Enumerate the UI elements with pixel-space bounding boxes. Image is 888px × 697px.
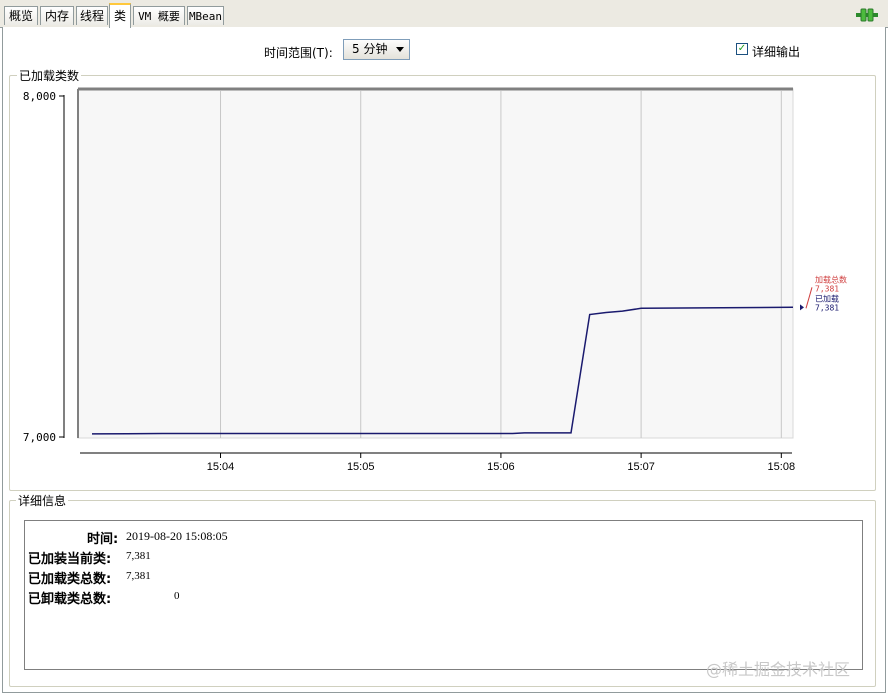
tab-classes[interactable]: 类	[109, 3, 131, 28]
total-unloaded-value: 0	[174, 590, 180, 602]
x-tick-label: 15:05	[347, 461, 375, 473]
legend-pointer-icon	[800, 304, 804, 311]
y-tick-label: 7,000	[23, 431, 56, 444]
y-tick-label: 8,000	[23, 90, 56, 103]
x-tick-label: 15:06	[487, 461, 515, 473]
time-label: 时间:	[87, 532, 119, 547]
time-value: 2019-08-20 15:08:05	[126, 529, 228, 543]
x-tick-label: 15:07	[627, 461, 655, 473]
legend-loaded-value: 7,381	[815, 303, 839, 312]
total-loaded-label: 已加载类总数:	[28, 572, 112, 587]
details-group-title: 详细信息	[16, 492, 69, 509]
legend-leader-line	[805, 287, 813, 309]
legend-total-value: 7,381	[815, 284, 839, 293]
x-tick-label: 15:08	[768, 461, 796, 473]
watermark: @稀土掘金技术社区	[706, 660, 851, 679]
legend-loaded-label: 已加载	[815, 293, 839, 303]
total-loaded-value: 7,381	[126, 570, 151, 582]
x-tick-label: 15:04	[207, 461, 235, 473]
total-unloaded-label: 已卸载类总数:	[28, 592, 112, 607]
current-loaded-label: 已加装当前类:	[28, 552, 112, 567]
current-loaded-value: 7,381	[126, 550, 151, 562]
legend-total-label: 加载总数	[815, 274, 847, 284]
plot-background	[77, 88, 794, 439]
